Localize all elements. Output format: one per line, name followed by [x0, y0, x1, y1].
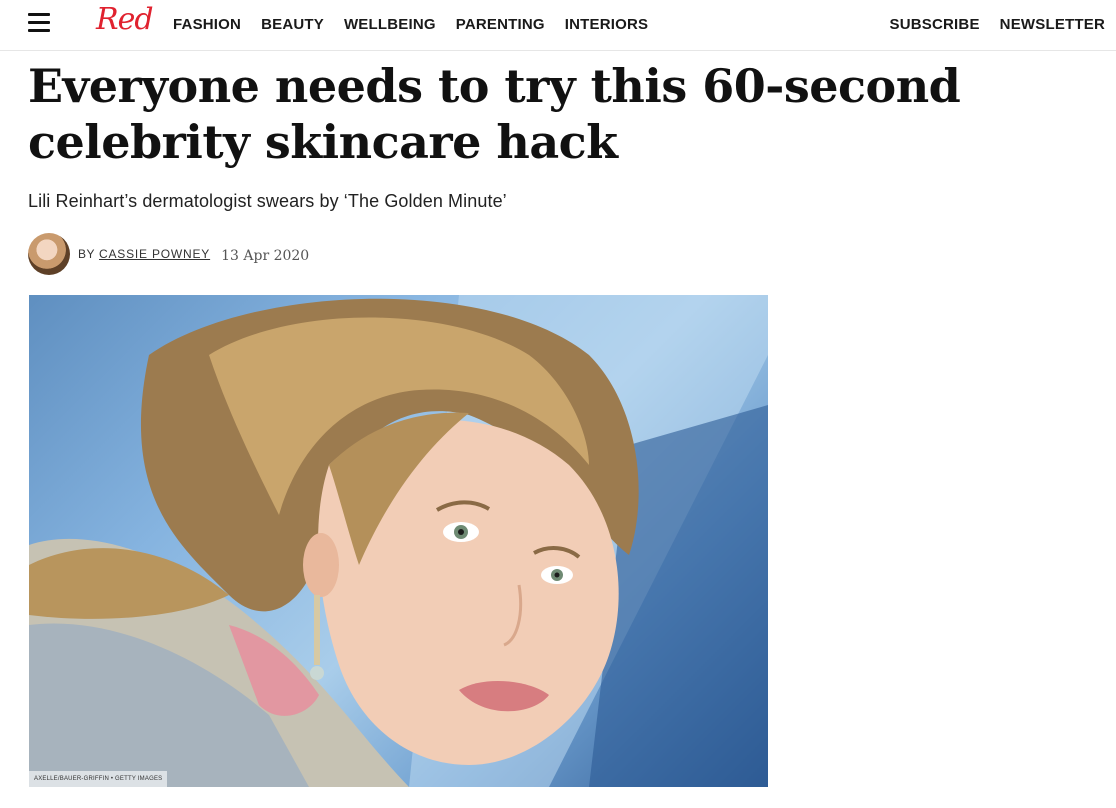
author-link[interactable]: CASSIE POWNEY [99, 247, 210, 261]
hero-photo-illustration [29, 295, 768, 787]
menu-icon[interactable] [28, 13, 50, 33]
subscribe-link[interactable]: SUBSCRIBE [890, 16, 980, 33]
nav-item-beauty[interactable]: BEAUTY [261, 16, 324, 33]
publish-date: 13 Apr 2020 [221, 247, 310, 264]
image-credit: AXELLE/BAUER-GRIFFIN • GETTY IMAGES [29, 771, 168, 787]
nav-item-parenting[interactable]: PARENTING [456, 16, 545, 33]
nav-item-wellbeing[interactable]: WELLBEING [344, 16, 436, 33]
site-header: Red FASHION BEAUTY WELLBEING PARENTING I… [0, 0, 1116, 51]
newsletter-link[interactable]: NEWSLETTER [1000, 16, 1105, 33]
logo-text: Red [96, 2, 154, 37]
author-avatar[interactable] [28, 233, 70, 275]
byline: BY CASSIE POWNEY 13 Apr 2020 [28, 232, 309, 276]
hero-image [29, 295, 768, 787]
nav-item-fashion[interactable]: FASHION [173, 16, 241, 33]
site-logo[interactable]: Red [96, 2, 154, 46]
by-label: BY [78, 247, 96, 261]
utility-nav: SUBSCRIBE NEWSLETTER [890, 16, 1106, 33]
nav-item-interiors[interactable]: INTERIORS [565, 16, 648, 33]
article-headline: Everyone needs to try this 60-second cel… [28, 59, 961, 169]
primary-nav: FASHION BEAUTY WELLBEING PARENTING INTER… [173, 16, 648, 33]
article-dek: Lili Reinhart’s dermatologist swears by … [28, 191, 507, 211]
